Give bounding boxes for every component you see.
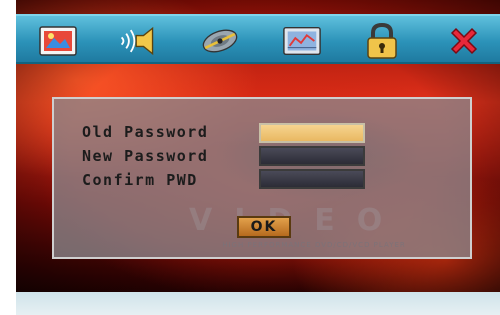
new-password-field[interactable] — [259, 146, 365, 166]
old-password-label: Old Password — [82, 123, 209, 141]
confirm-password-label: Confirm PWD — [82, 171, 198, 189]
watermark-tagline: HIGH PERFORMANCE DVD/CD/VCD PLAYER — [222, 241, 406, 249]
general-setup-icon[interactable] — [38, 22, 78, 60]
password-dialog: VIDEO HIGH PERFORMANCE DVD/CD/VCD PLAYER… — [52, 97, 472, 259]
exit-icon[interactable] — [444, 22, 484, 60]
audio-setup-icon[interactable] — [118, 22, 158, 60]
ok-button[interactable]: OK — [237, 216, 291, 238]
confirm-password-field[interactable] — [259, 169, 365, 189]
preference-setup-icon[interactable] — [282, 22, 322, 60]
tv-screen: VIDEO HIGH PERFORMANCE DVD/CD/VCD PLAYER… — [16, 0, 500, 292]
watermark-logo: VIDEO — [189, 203, 405, 238]
password-lock-icon[interactable] — [362, 22, 402, 60]
new-password-label: New Password — [82, 147, 209, 165]
video-setup-icon[interactable] — [200, 22, 240, 60]
old-password-field[interactable] — [259, 123, 365, 143]
screen-bezel-strip — [16, 292, 500, 315]
setup-menu-bar — [16, 14, 500, 64]
